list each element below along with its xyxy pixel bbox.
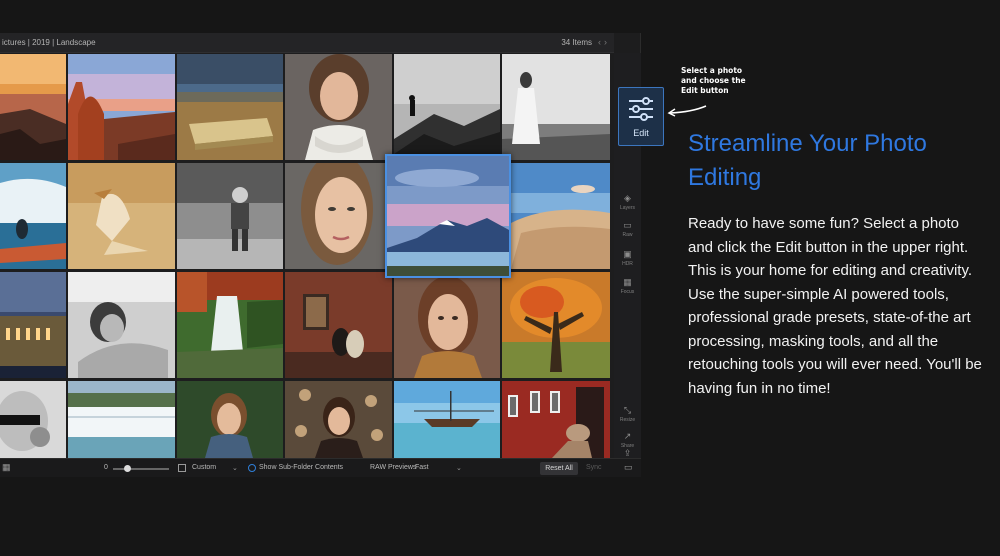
bottom-toolbar: ▦ 0 Custom ⌄ Show Sub-Folder Contents RA… <box>0 458 641 477</box>
thumbnail-size-slider-knob[interactable] <box>124 465 131 472</box>
thumbnail-portrait-hands[interactable] <box>394 272 500 378</box>
sliders-icon <box>629 97 653 121</box>
browser-title-bar: ictures | 2019 | Landscape 34 Items ‹› <box>0 33 614 53</box>
thumbnail-parliament-night[interactable] <box>0 272 66 378</box>
sidebar-item-layers[interactable]: ◈ Layers <box>614 193 641 211</box>
raw-icon: ▭ <box>623 220 632 230</box>
thumbnail-sand-dune[interactable] <box>511 163 610 269</box>
thumbnail-woman-field[interactable] <box>502 54 610 160</box>
resize-icon: ⤡ <box>623 405 632 415</box>
sync-button[interactable]: Sync <box>586 464 602 471</box>
subfolder-toggle[interactable] <box>248 464 256 472</box>
thumbnail-surfer[interactable] <box>0 163 66 269</box>
grid-view-icon[interactable]: ▦ <box>2 463 11 472</box>
photo-browser-window: ictures | 2019 | Landscape 34 Items ‹› ◈… <box>0 33 641 477</box>
thumbnail-woman-lying[interactable] <box>68 272 175 378</box>
sort-select[interactable]: Custom <box>192 464 216 471</box>
thumbnail-girl-tiara[interactable] <box>285 381 392 458</box>
chevron-down-icon[interactable]: ⌄ <box>456 464 462 472</box>
thumbnail-couple-brick[interactable] <box>285 272 392 378</box>
panel-toggle-icon[interactable]: ▭ <box>624 463 633 472</box>
sidebar-item-resize[interactable]: ⤡ Resize <box>614 405 641 423</box>
thumbnail-autumn-tree[interactable] <box>502 272 610 378</box>
thumbnail-grid <box>0 54 612 458</box>
sidebar-item-focus[interactable]: ▦ Focus <box>614 277 641 295</box>
subfolder-label: Show Sub-Folder Contents <box>259 464 344 471</box>
layers-icon: ◈ <box>624 193 631 203</box>
zoom-min-label: 0 <box>104 464 108 471</box>
thumbnail-portrait-closeup[interactable] <box>285 163 385 269</box>
thumbnail-child-bw[interactable] <box>177 163 283 269</box>
edit-button[interactable]: Edit <box>618 87 664 146</box>
share-icon: ↗ <box>623 431 632 441</box>
hdr-icon: ▣ <box>623 249 632 259</box>
reset-all-button[interactable]: Reset All <box>540 462 578 475</box>
thumbnail-sunset-cliffs[interactable] <box>0 54 66 160</box>
sidebar-item-share[interactable]: ↗ Share <box>614 431 641 449</box>
chevron-down-icon[interactable]: ⌄ <box>232 464 238 472</box>
promo-headline: Streamline Your Photo Editing <box>688 130 927 191</box>
thumbnail-girl-field[interactable] <box>177 381 283 458</box>
edit-button-label: Edit <box>633 128 649 138</box>
thumbnail-hiker-rocks[interactable] <box>394 54 500 160</box>
thumbnail-man-sunglasses[interactable] <box>0 381 66 458</box>
thumbnail-hay-bale[interactable] <box>177 54 283 160</box>
focus-icon: ▦ <box>623 277 632 287</box>
thumbnail-arch-canyon[interactable] <box>68 54 175 160</box>
thumbnail-red-barn-horse[interactable] <box>502 381 610 458</box>
sidebar-item-raw[interactable]: ▭ Raw <box>614 220 641 238</box>
sidebar-item-hdr[interactable]: ▣ HDR <box>614 249 641 267</box>
callout-arrow-icon <box>667 105 707 117</box>
breadcrumb[interactable]: ictures | 2019 | Landscape <box>2 38 96 47</box>
selected-thumbnail-mountain-lake[interactable] <box>385 154 511 278</box>
thumbnail-size-slider[interactable] <box>113 468 169 470</box>
thumbnail-big-waterfall[interactable] <box>68 381 175 458</box>
thumbnail-waterfall-forest[interactable] <box>177 272 283 378</box>
sort-icon[interactable] <box>178 464 186 472</box>
prev-next-arrows[interactable]: ‹› <box>598 37 610 47</box>
thumbnail-portrait-scarf[interactable] <box>285 54 392 160</box>
promo-body: Ready to have some fun? Select a photo a… <box>688 215 982 397</box>
chevron-right-icon[interactable]: › <box>604 37 610 47</box>
callout-text: Select a photo and choose the Edit butto… <box>681 66 746 95</box>
raw-previews-select[interactable]: Fast <box>415 464 429 471</box>
raw-previews-label: RAW Previews <box>370 464 417 471</box>
thumbnail-heron[interactable] <box>68 163 175 269</box>
thumbnail-sailboat[interactable] <box>394 381 500 458</box>
item-count: 34 Items <box>561 38 592 47</box>
